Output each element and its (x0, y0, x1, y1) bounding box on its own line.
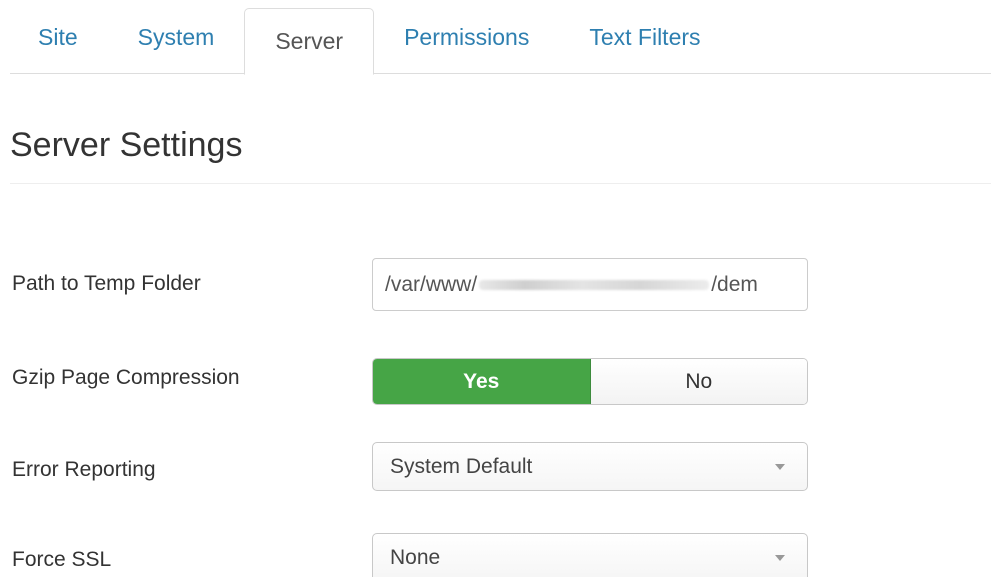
gzip-no-button[interactable]: No (590, 359, 807, 404)
tab-text-filters[interactable]: Text Filters (559, 0, 730, 74)
config-tabs: Site System Server Permissions Text Filt… (10, 0, 991, 75)
redacted-path-segment (479, 279, 710, 290)
temp-path-suffix: /dem (711, 272, 758, 296)
tab-server[interactable]: Server (244, 8, 375, 75)
temp-path-input[interactable]: /var/www/ /dem (372, 258, 808, 311)
temp-path-prefix: /var/www/ (385, 272, 478, 296)
tab-system[interactable]: System (108, 0, 245, 74)
gzip-label: Gzip Page Compression (12, 366, 240, 389)
force-ssl-label: Force SSL (12, 548, 112, 571)
tab-permissions[interactable]: Permissions (374, 0, 559, 74)
force-ssl-select[interactable]: None (372, 533, 808, 577)
chevron-down-icon (775, 463, 785, 470)
gzip-yes-button[interactable]: Yes (373, 359, 591, 404)
error-reporting-select[interactable]: System Default (372, 442, 808, 491)
server-settings-page: Site System Server Permissions Text Filt… (0, 0, 991, 577)
chevron-down-icon (775, 554, 785, 561)
force-ssl-value: None (390, 545, 441, 569)
title-divider (10, 183, 991, 184)
gzip-toggle: Yes No (372, 358, 808, 405)
temp-path-label: Path to Temp Folder (12, 272, 201, 295)
page-title: Server Settings (10, 126, 243, 164)
error-reporting-value: System Default (390, 454, 533, 478)
tab-site[interactable]: Site (10, 0, 108, 74)
error-reporting-label: Error Reporting (12, 458, 156, 481)
